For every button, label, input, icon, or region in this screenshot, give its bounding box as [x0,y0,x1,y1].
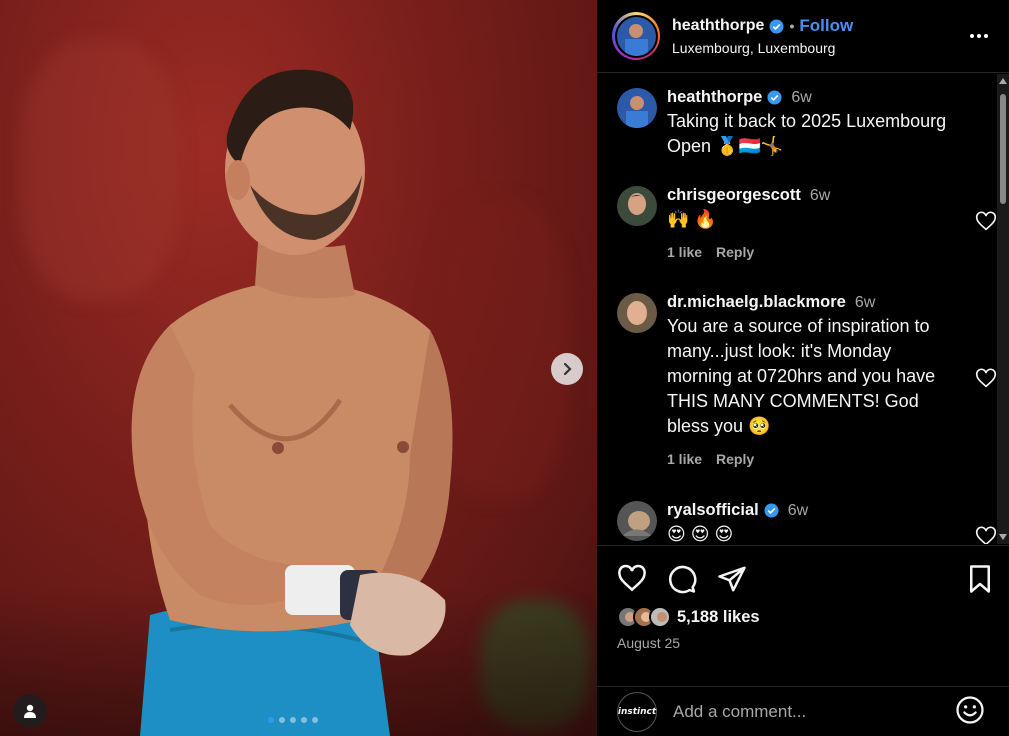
scroll-thumb[interactable] [1000,94,1006,204]
comment: chrisgeorgescott 6w 🙌 🔥 1 like Reply [617,186,987,260]
chevron-right-icon [563,362,572,376]
comment-like-count[interactable]: 1 like [667,244,702,260]
comment-text: 😍 😍 😍 [667,524,734,544]
comment-input[interactable] [673,701,933,722]
post-actions: 5,188 likes August 25 [597,545,1009,685]
share-send-icon[interactable] [717,564,747,594]
comments-list[interactable]: heaththorpe 6w Taking it back to 2025 Lu… [597,74,1009,544]
carousel-dot [301,717,307,723]
comment-username[interactable]: chrisgeorgescott [667,186,801,205]
reply-button[interactable]: Reply [716,451,754,467]
comment-text: 🙌 🔥 [667,209,717,229]
next-photo-button[interactable] [551,353,583,385]
scroll-down-arrow[interactable] [999,534,1007,540]
comment: dr.michaelg.blackmore 6w You are a sourc… [617,293,987,467]
comment-bubble-icon[interactable] [667,564,697,594]
current-user-avatar[interactable]: instinct [617,691,657,732]
comment-username[interactable]: ryalsofficial [667,501,759,520]
tagged-users-button[interactable] [13,694,47,728]
commenter-avatar[interactable] [617,501,657,541]
verified-badge-icon [769,18,784,34]
comment-username[interactable]: dr.michaelg.blackmore [667,293,846,312]
author-avatar[interactable] [617,88,657,128]
athlete-figure [131,69,453,736]
carousel-dot [268,717,274,723]
post-photo[interactable] [0,0,597,736]
likes-summary[interactable]: 5,188 likes [617,606,760,628]
carousel-dot [279,717,285,723]
post-date[interactable]: August 25 [617,635,680,651]
caption-text: Taking it back to 2025 Luxembourg Open 🥇… [667,111,947,156]
post-location[interactable]: Luxembourg, Luxembourg [672,40,853,56]
post-header: heaththorpe • Follow Luxembourg, Luxembo… [597,0,1009,73]
more-dots-icon [970,34,988,38]
emoji-smiley-icon[interactable] [955,695,985,725]
comments-scrollbar[interactable] [997,74,1009,544]
caption-username[interactable]: heaththorpe [667,88,762,107]
author-avatar[interactable] [612,12,660,60]
comment-like-count[interactable]: 1 like [667,451,702,467]
comment: ryalsofficial 6w 😍 😍 😍 [617,501,987,544]
like-heart-icon[interactable] [617,564,647,594]
heart-icon[interactable] [975,211,997,233]
add-comment-bar: instinct [597,686,1009,736]
commenter-avatar[interactable] [617,293,657,333]
commenter-avatar[interactable] [617,186,657,226]
save-bookmark-icon[interactable] [965,564,995,594]
carousel-dot [312,717,318,723]
follow-button[interactable]: Follow [799,16,853,36]
scroll-up-arrow[interactable] [999,78,1007,84]
carousel-dot [290,717,296,723]
liker-avatar [649,606,671,628]
comment-time[interactable]: 6w [810,187,830,205]
comment-time[interactable]: 6w [855,294,875,312]
carousel-indicator [268,717,318,723]
user-icon [24,704,36,718]
separator-dot: • [789,18,795,34]
likes-count[interactable]: 5,188 likes [677,608,760,627]
verified-badge-icon [764,503,779,518]
reply-button[interactable]: Reply [716,244,754,260]
caption: heaththorpe 6w Taking it back to 2025 Lu… [617,88,987,159]
comment-time[interactable]: 6w [788,502,808,520]
comment-text: You are a source of inspiration to many.… [667,316,936,436]
caption-time[interactable]: 6w [791,89,811,107]
heart-icon[interactable] [975,368,997,390]
liker-avatars [617,606,671,628]
verified-badge-icon [767,90,782,105]
heart-icon[interactable] [975,526,997,544]
post-side-panel: heaththorpe • Follow Luxembourg, Luxembo… [597,0,1009,736]
author-username[interactable]: heaththorpe [672,17,764,35]
more-options-button[interactable] [967,24,991,48]
